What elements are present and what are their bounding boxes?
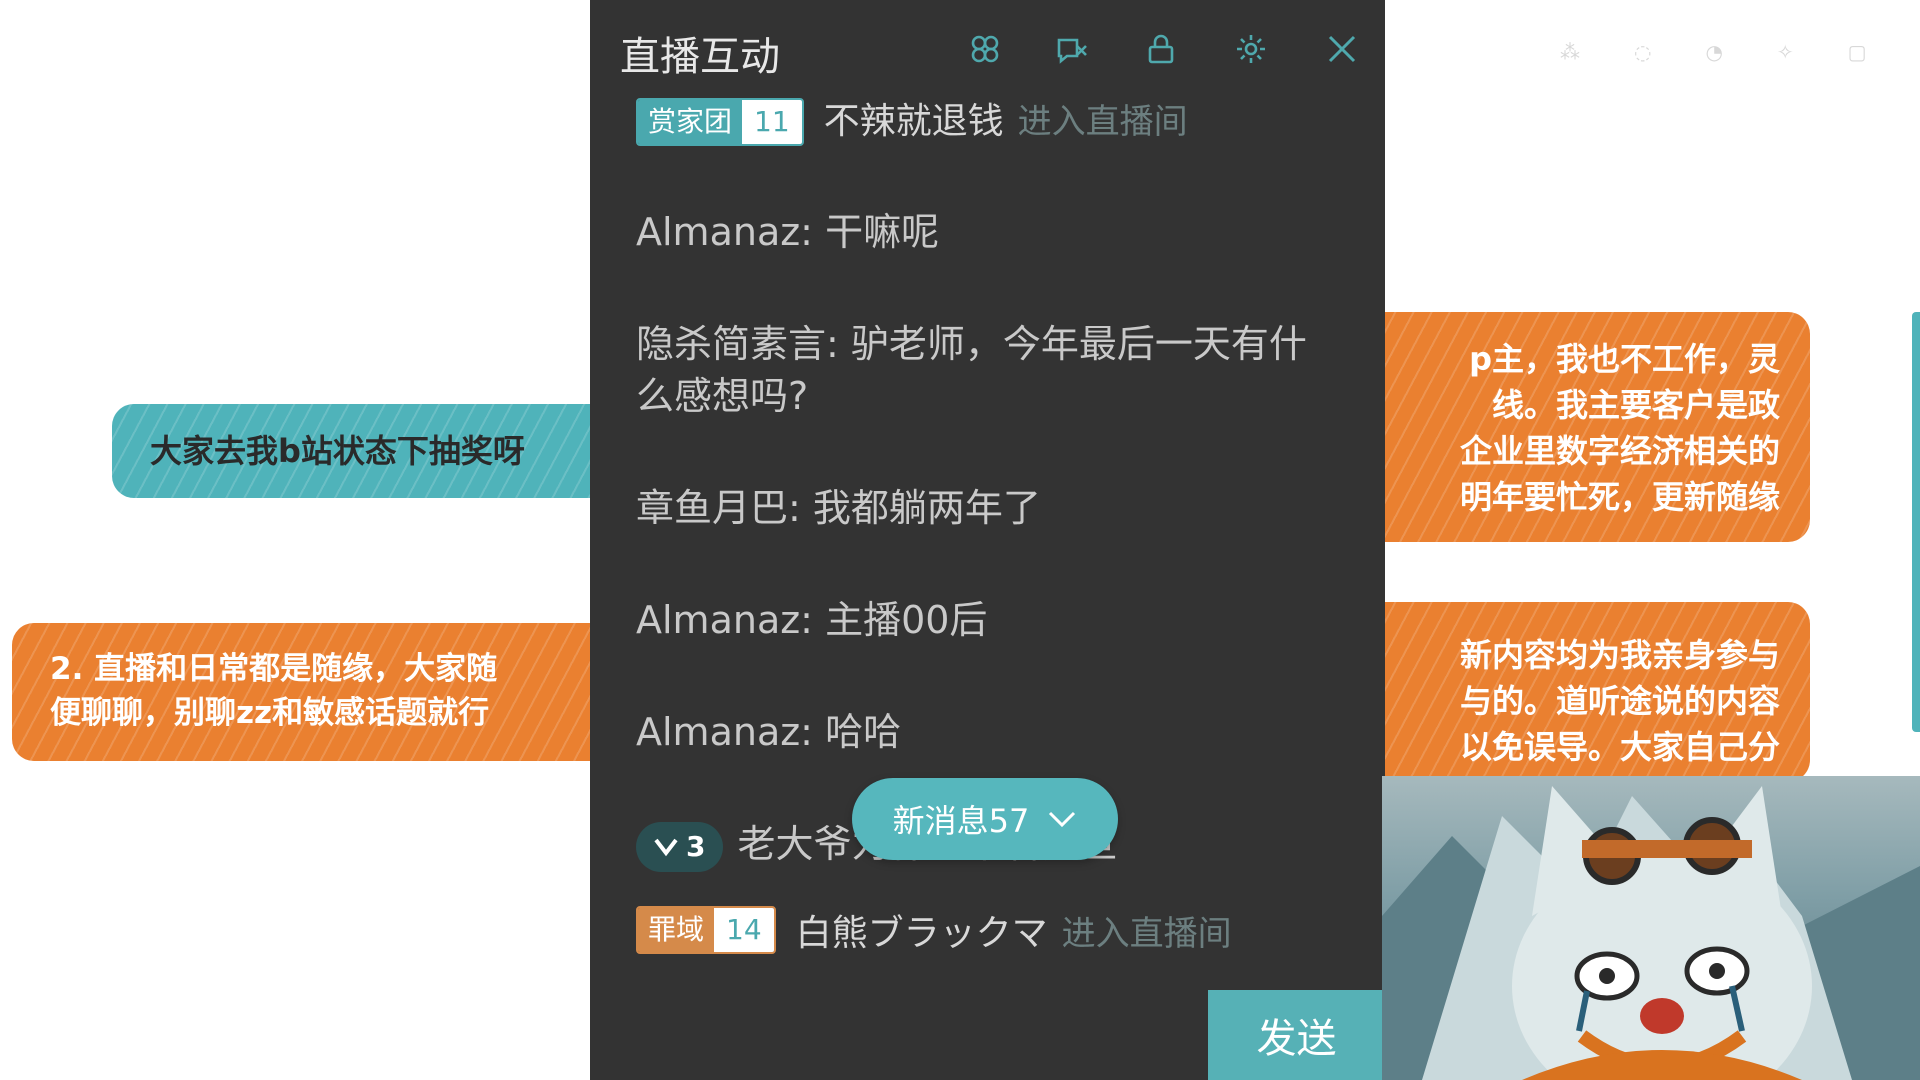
medal-level: 11 [742, 100, 802, 144]
username[interactable]: Almanaz [636, 710, 800, 754]
chevron-down-icon [654, 838, 678, 856]
content-disclaimer-notice: 新内容均为我亲身参与 与的。道听途说的内容 以免误导。大家自己分 [1340, 602, 1810, 782]
username[interactable]: Almanaz [636, 210, 800, 254]
intro-line: p主，我也不工作，灵 [1469, 340, 1780, 378]
medal-level: 14 [714, 908, 774, 952]
username[interactable]: 白熊ブラックマ [796, 904, 1048, 956]
lottery-notice: 大家去我b站状态下抽奖呀 [112, 404, 612, 498]
mute-icon[interactable] [1055, 32, 1089, 66]
gift-icon[interactable] [968, 32, 1002, 66]
settings-icon[interactable] [1234, 32, 1268, 66]
enter-room-message: 赏家团 11 不辣就退钱 进入直播间 [636, 96, 1336, 148]
close-icon[interactable] [1325, 32, 1359, 66]
send-button[interactable]: 发送 [1208, 990, 1385, 1080]
face-icon: ◔ [1705, 40, 1723, 64]
chat-message: Almanaz: 干嘛呢 [636, 210, 940, 254]
new-messages-button[interactable]: 新消息57 [852, 778, 1118, 860]
enter-hint: 进入直播间 [1061, 913, 1232, 954]
panel-header: 直播互动 [590, 0, 1385, 100]
intro-line: 企业里数字经济相关的 [1459, 432, 1780, 470]
disclaimer-line: 与的。道听途说的内容 [1459, 682, 1780, 720]
enter-room-message: 罪域 14 白熊ブラックマ 进入直播间 [636, 904, 1232, 956]
avatar-webcam [1382, 776, 1920, 1080]
chat-message: 章鱼月巴: 我都躺两年了 [636, 486, 1041, 530]
medal-name: 罪域 [638, 908, 715, 952]
username[interactable]: 章鱼月巴 [636, 486, 788, 530]
star-icon: ✧ [1776, 40, 1794, 64]
guard-badge[interactable]: 3 [636, 821, 724, 872]
lottery-notice-text: 大家去我b站状态下抽奖呀 [150, 432, 525, 470]
chat-message: Almanaz: 哈哈 [636, 710, 902, 754]
message-text: 我都躺两年了 [812, 486, 1041, 530]
fan-medal-badge[interactable]: 赏家团 11 [636, 98, 804, 146]
intro-line: 明年要忙死，更新随缘 [1459, 478, 1780, 516]
chat-rules-notice: 2. 直播和日常都是随缘，大家随 便聊聊，别聊zz和敏感话题就行 [12, 623, 632, 761]
medal-name: 赏家团 [638, 100, 743, 144]
enter-hint: 进入直播间 [1017, 102, 1188, 142]
faint-window-controls: ⁂ ◌ ◔ ✧ ▢ [1560, 40, 1867, 64]
disclaimer-line: 新内容均为我亲身参与 [1459, 636, 1780, 674]
chevron-down-icon [1049, 811, 1076, 828]
panel-title: 直播互动 [620, 34, 780, 80]
message-text: 哈哈 [825, 710, 902, 754]
guard-level: 3 [686, 829, 706, 863]
intro-line: 线。我主要客户是政 [1491, 386, 1780, 424]
message-text: 干嘛呢 [825, 210, 940, 254]
username[interactable]: 隐杀简素言 [636, 322, 826, 366]
chat-rules-line: 便聊聊，别聊zz和敏感话题就行 [50, 695, 490, 731]
streamer-intro-notice: p主，我也不工作，灵 线。我主要客户是政 企业里数字经济相关的 明年要忙死，更新… [1340, 312, 1810, 542]
lock-icon[interactable] [1144, 32, 1178, 66]
fan-medal-badge[interactable]: 罪域 14 [636, 906, 776, 954]
cat-avatar-illustration [1382, 786, 1920, 1080]
grid-icon: ⁂ [1560, 40, 1580, 64]
username[interactable]: 不辣就退钱 [824, 96, 1004, 148]
square-icon: ▢ [1847, 40, 1867, 64]
message-list[interactable]: 赏家团 11 不辣就退钱 进入直播间 Almanaz: 干嘛呢 隐杀简素言: 驴… [636, 88, 1336, 888]
username[interactable]: Almanaz [636, 598, 800, 642]
circle-icon: ◌ [1634, 40, 1652, 64]
chat-message: Almanaz: 主播00后 [636, 598, 988, 642]
chat-rules-line: 2. 直播和日常都是随缘，大家随 [50, 651, 498, 687]
live-interaction-panel: 直播互动 赏家团 11 不辣就退钱 进入直播间 Almanaz: 干嘛呢 隐杀简… [590, 0, 1385, 1080]
disclaimer-line: 以免误导。大家自己分 [1459, 728, 1780, 766]
edge-decoration [1912, 312, 1920, 732]
new-messages-label: 新消息57 [892, 802, 1030, 840]
chat-message: 隐杀简素言: 驴老师，今年最后一天有什么感想吗? [636, 322, 1307, 418]
message-text: 主播00后 [825, 598, 988, 642]
